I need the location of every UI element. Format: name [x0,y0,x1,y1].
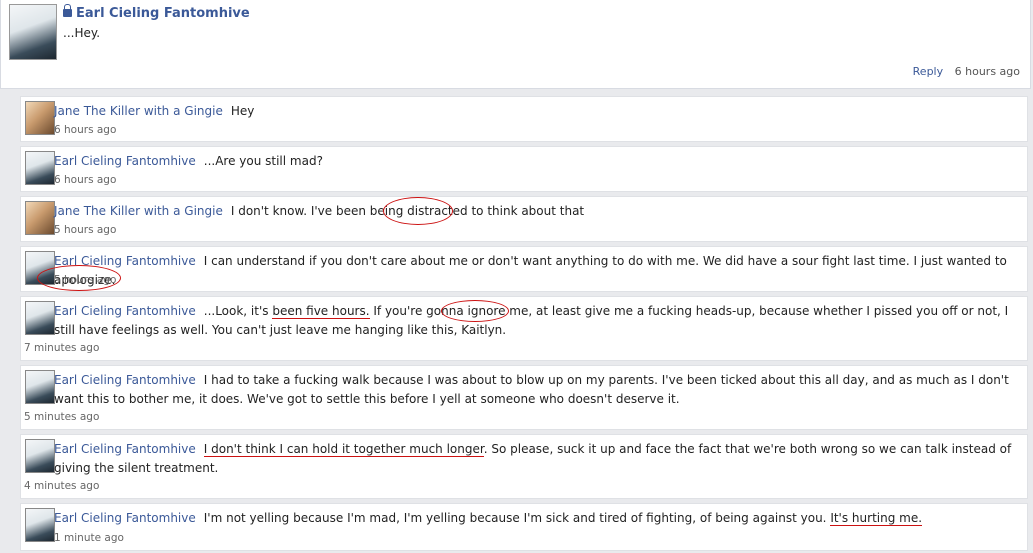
underlined-text: been five hours. [272,304,370,319]
circled-text: distracted [407,204,468,218]
comment-text: to think about that [467,204,585,218]
comment-author[interactable]: Earl Cieling Fantomhive [54,254,196,268]
comment: Earl Cieling Fantomhive ...Look, it's bee… [20,296,1028,361]
avatar[interactable] [25,301,55,335]
comment-time: 6 hours ago [54,174,117,186]
comment-body: Earl Cieling Fantomhive I'm not yelling b… [54,509,1023,528]
comment-text: , at least give me a fucking heads-up, b… [54,304,1009,337]
comment-text: . So please, suck it up and face the fac… [54,442,1012,475]
comment-author[interactable]: Earl Cieling Fantomhive [54,154,196,168]
comment-author[interactable]: Earl Cieling Fantomhive [54,511,196,525]
underlined-text: I don't think I can hold it together muc… [203,442,484,457]
post-author-avatar[interactable] [9,4,57,60]
post: Earl Cieling Fantomhive ...Hey. Reply 6 … [0,0,1031,89]
comment-text: ...Are you still mad? [203,154,323,168]
comment: Earl Cieling Fantomhive I'm not yelling b… [20,503,1028,551]
comment-text: I'm not yelling because I'm mad, I'm yel… [203,511,831,525]
comment-text: If you're gonna [369,304,468,318]
comment: Earl Cieling Fantomhive I had to take a f… [20,365,1028,430]
post-time: 6 hours ago [954,65,1020,78]
comment-body: Jane The Killer with a Gingie Hey [54,102,1023,121]
post-text: ...Hey. [63,26,101,40]
comment: Jane The Killer with a Gingie Hey 6 hours… [20,96,1028,142]
comment-body: Earl Cieling Fantomhive I can understand … [54,252,1023,290]
post-author-name[interactable]: Earl Cieling Fantomhive [76,6,250,21]
comment-time: 1 minute ago [54,532,124,544]
comment-body: Earl Cieling Fantomhive I don't think I c… [54,440,1023,478]
avatar[interactable] [25,439,55,473]
post-footer: Reply 6 hours ago [913,65,1020,78]
avatar[interactable] [25,151,55,185]
comment-body: Earl Cieling Fantomhive ...Are you still … [54,152,1023,171]
underlined-text: It's hurting me. [830,511,923,526]
lock-icon [63,4,72,17]
comment-time: 7 minutes ago [24,342,100,354]
comment: Earl Cieling Fantomhive I can understand … [20,246,1028,292]
comment-author[interactable]: Jane The Killer with a Gingie [54,204,223,218]
comment-body: Earl Cieling Fantomhive ...Look, it's bee… [54,302,1023,340]
comment-text: I can understand if you don't care about… [54,254,1007,287]
comment-text: ...Look, it's [203,304,273,318]
comment-time: 4 minutes ago [24,480,100,492]
avatar[interactable] [25,370,55,404]
reply-link[interactable]: Reply [913,65,943,78]
avatar[interactable] [25,101,55,135]
comment: Earl Cieling Fantomhive I don't think I c… [20,434,1028,499]
comment-text: I had to take a fucking walk because I w… [54,373,1009,406]
comment: Jane The Killer with a Gingie I don't kno… [20,196,1028,242]
comment-time: 6 hours ago [54,124,117,136]
comment-author[interactable]: Earl Cieling Fantomhive [54,373,196,387]
comment-time: 5 hours ago [54,224,117,236]
avatar[interactable] [25,251,55,285]
avatar[interactable] [25,201,55,235]
comment-body: Jane The Killer with a Gingie I don't kno… [54,202,1023,221]
comment-text: I don't know. I've been being [230,204,408,218]
comment-text: Hey [230,104,255,118]
comment: Earl Cieling Fantomhive ...Are you still … [20,146,1028,192]
post-author[interactable]: Earl Cieling Fantomhive [63,4,250,21]
comment-body: Earl Cieling Fantomhive I had to take a f… [54,371,1023,409]
comment-time: 5 minutes ago [24,411,100,423]
comment-author[interactable]: Jane The Killer with a Gingie [54,104,223,118]
comment-author[interactable]: Earl Cieling Fantomhive [54,304,196,318]
circled-text: ignore me [467,304,529,318]
avatar[interactable] [25,508,55,542]
comment-time: 5 hours ago [54,274,117,286]
comment-author[interactable]: Earl Cieling Fantomhive [54,442,196,456]
